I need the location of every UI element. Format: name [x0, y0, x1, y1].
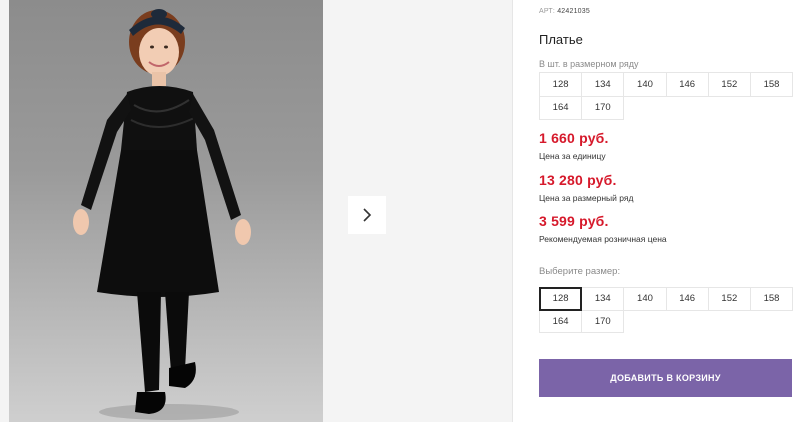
- product-info-panel: АРТ: 42421035 Платье В шт. в размерном р…: [539, 0, 800, 422]
- next-image-button[interactable]: [348, 196, 386, 234]
- row-size-164: 164: [539, 95, 583, 120]
- size-option-146[interactable]: 146: [665, 287, 709, 311]
- size-option-140[interactable]: 140: [623, 287, 667, 311]
- size-option-134[interactable]: 134: [581, 287, 625, 311]
- chevron-right-icon: [363, 208, 372, 222]
- unit-price: 1 660 руб.: [539, 130, 609, 146]
- product-photo[interactable]: [9, 0, 323, 422]
- product-gallery: [0, 0, 512, 422]
- row-size-152: 152: [707, 72, 751, 97]
- row-price: 13 280 руб.: [539, 172, 617, 188]
- row-size-158: 158: [749, 72, 794, 97]
- size-option-164[interactable]: 164: [539, 309, 583, 333]
- size-option-128[interactable]: 128: [539, 287, 583, 311]
- add-to-cart-button[interactable]: ДОБАВИТЬ В КОРЗИНУ: [539, 359, 792, 397]
- size-row-label: В шт. в размерном ряду: [539, 59, 639, 69]
- girl-in-black-dress-illustration: [73, 9, 251, 420]
- size-selector-grid: 128 134 140 146 152 158 164 170: [539, 287, 794, 333]
- unit-price-caption: Цена за единицу: [539, 151, 606, 161]
- row-size-140: 140: [623, 72, 667, 97]
- size-option-170[interactable]: 170: [581, 309, 625, 333]
- article-label: АРТ:: [539, 8, 556, 15]
- article-number: АРТ: 42421035: [539, 8, 590, 15]
- row-size-170: 170: [581, 95, 625, 120]
- size-row-grid: 128 134 140 146 152 158 164 170: [539, 72, 794, 120]
- panel-divider: [512, 0, 513, 422]
- row-size-146: 146: [665, 72, 709, 97]
- product-title: Платье: [539, 32, 583, 47]
- retail-price: 3 599 руб.: [539, 213, 609, 229]
- retail-price-caption: Рекомендуемая розничная цена: [539, 234, 667, 244]
- row-price-caption: Цена за размерный ряд: [539, 193, 634, 203]
- size-option-152[interactable]: 152: [707, 287, 751, 311]
- row-size-128: 128: [539, 72, 583, 97]
- article-value: 42421035: [557, 8, 590, 15]
- size-option-158[interactable]: 158: [749, 287, 794, 311]
- row-size-134: 134: [581, 72, 625, 97]
- choose-size-label: Выберите размер:: [539, 266, 621, 277]
